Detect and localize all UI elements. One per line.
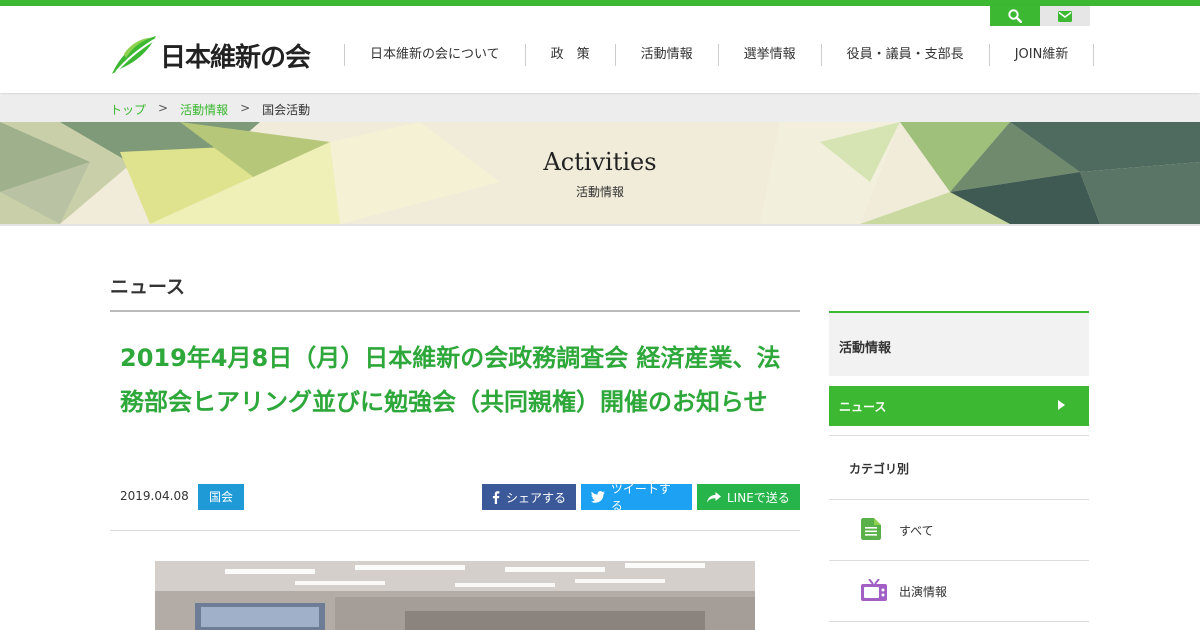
meeting-room-photo [155, 561, 755, 630]
breadcrumb: トップ > 活動情報 > 国会活動 [0, 95, 1200, 122]
logo-text: 日本維新の会 [160, 42, 311, 73]
triangle-right-icon [1058, 400, 1065, 410]
sidebar-item-news[interactable]: ニュース [829, 386, 1089, 426]
nav-item-about[interactable]: 日本維新の会について [345, 44, 526, 66]
sidebar-divider [829, 621, 1089, 622]
search-icon [1008, 9, 1022, 23]
breadcrumb-separator: > [240, 101, 251, 115]
sidebar-item-appearances[interactable]: 出演情報 [829, 561, 1089, 622]
facebook-icon [492, 490, 500, 504]
header-mail-button[interactable] [1040, 6, 1090, 26]
article-photo [155, 561, 755, 630]
twitter-icon [591, 491, 605, 503]
banner-title: Activities [543, 148, 657, 176]
sidebar-heading-box: 活動情報 [829, 311, 1089, 376]
header-search-button[interactable] [990, 6, 1040, 26]
page-banner: Activities 活動情報 [0, 122, 1200, 224]
line-share-button[interactable]: LINEで送る [697, 484, 800, 510]
nav-item-activities[interactable]: 活動情報 [616, 44, 719, 66]
section-divider [110, 310, 800, 312]
tv-icon [861, 579, 887, 601]
sidebar-item-all[interactable]: すべて [829, 500, 1089, 561]
article-meta-divider [110, 530, 800, 531]
mail-icon [1058, 10, 1072, 22]
share-arrow-icon [707, 491, 721, 502]
nav-item-join[interactable]: JOIN維新 [990, 44, 1095, 66]
site-logo[interactable]: 日本維新の会 [110, 34, 311, 76]
sidebar-item-news-label: ニュース [839, 400, 887, 414]
sidebar-item-all-label: すべて [899, 524, 934, 538]
article-title: 2019年4月8日（月）日本維新の会政務調査会 経済産業、法務部会ヒアリング並び… [120, 344, 781, 416]
sidebar-heading: 活動情報 [839, 341, 892, 356]
global-nav: 日本維新の会について 政 策 活動情報 選挙情報 役員・議員・支部長 JOIN維… [344, 44, 1095, 66]
nav-item-members[interactable]: 役員・議員・支部長 [822, 44, 990, 66]
breadcrumb-section-link[interactable]: 活動情報 [180, 101, 228, 118]
logo-leaf-icon [112, 36, 156, 74]
line-share-label: LINEで送る [727, 490, 790, 505]
sidebar-category-heading: カテゴリ別 [849, 462, 910, 476]
breadcrumb-current: 国会活動 [262, 103, 311, 117]
sidebar-divider [829, 435, 1089, 436]
section-heading: ニュース [110, 276, 186, 298]
twitter-share-label: ツイートする [610, 482, 671, 513]
article-category-tag[interactable]: 国会 [198, 484, 244, 510]
document-icon [861, 518, 881, 540]
breadcrumb-separator: > [158, 101, 169, 115]
sidebar-item-appearances-label: 出演情報 [899, 585, 948, 599]
article-date: 2019.04.08 [120, 489, 189, 503]
facebook-share-label: シェアする [506, 490, 567, 505]
banner-divider [0, 224, 1200, 226]
banner-subtitle: 活動情報 [575, 185, 624, 199]
breadcrumb-home-link[interactable]: トップ [110, 101, 146, 118]
facebook-share-button[interactable]: シェアする [482, 484, 576, 510]
nav-item-policy[interactable]: 政 策 [526, 44, 616, 66]
nav-item-election[interactable]: 選挙情報 [719, 44, 822, 66]
twitter-share-button[interactable]: ツイートする [581, 482, 692, 513]
